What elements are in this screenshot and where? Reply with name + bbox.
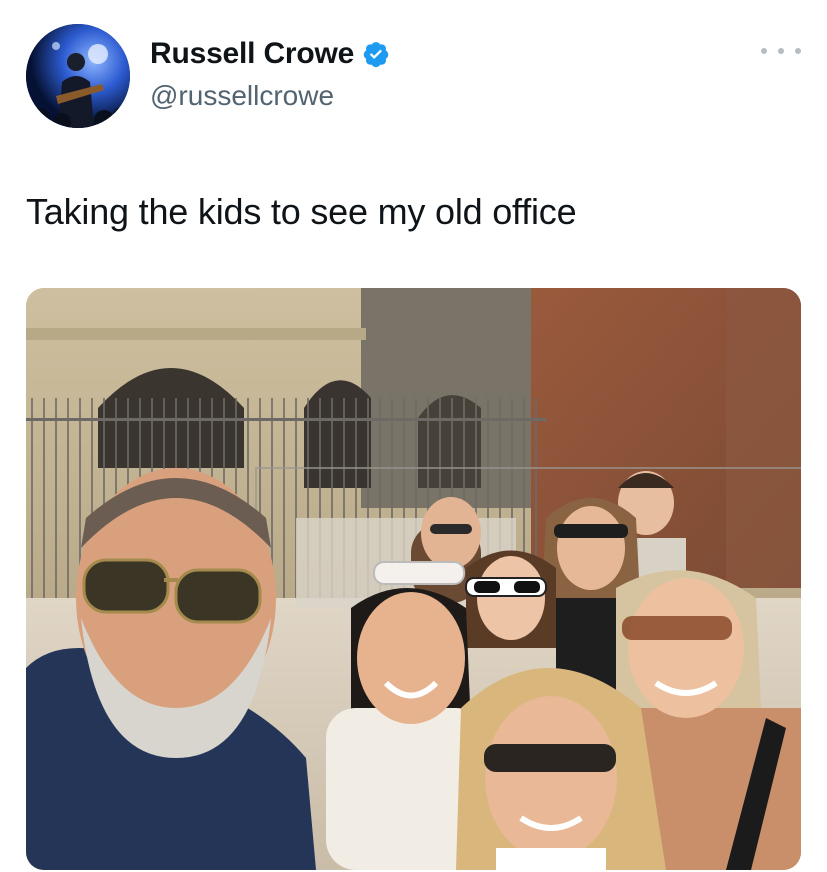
author-name-row: Russell Crowe bbox=[150, 34, 390, 74]
more-dot bbox=[761, 48, 767, 54]
tweet-photo[interactable] bbox=[26, 288, 801, 870]
profile-avatar[interactable] bbox=[26, 24, 130, 128]
group-selfie-photo bbox=[26, 288, 801, 870]
more-dot bbox=[778, 48, 784, 54]
author-info: Russell Crowe @russellcrowe bbox=[150, 34, 390, 112]
more-options-icon[interactable] bbox=[761, 40, 801, 62]
avatar-image bbox=[26, 24, 130, 128]
more-dot bbox=[795, 48, 801, 54]
tweet-text: Taking the kids to see my old office bbox=[26, 191, 577, 232]
tweet-card: Russell Crowe @russellcrowe Taking the k… bbox=[0, 0, 827, 872]
verified-badge-icon bbox=[362, 40, 390, 68]
person-middle-center bbox=[465, 550, 556, 648]
author-display-name[interactable]: Russell Crowe bbox=[150, 37, 354, 71]
author-handle[interactable]: @russellcrowe bbox=[150, 80, 390, 112]
